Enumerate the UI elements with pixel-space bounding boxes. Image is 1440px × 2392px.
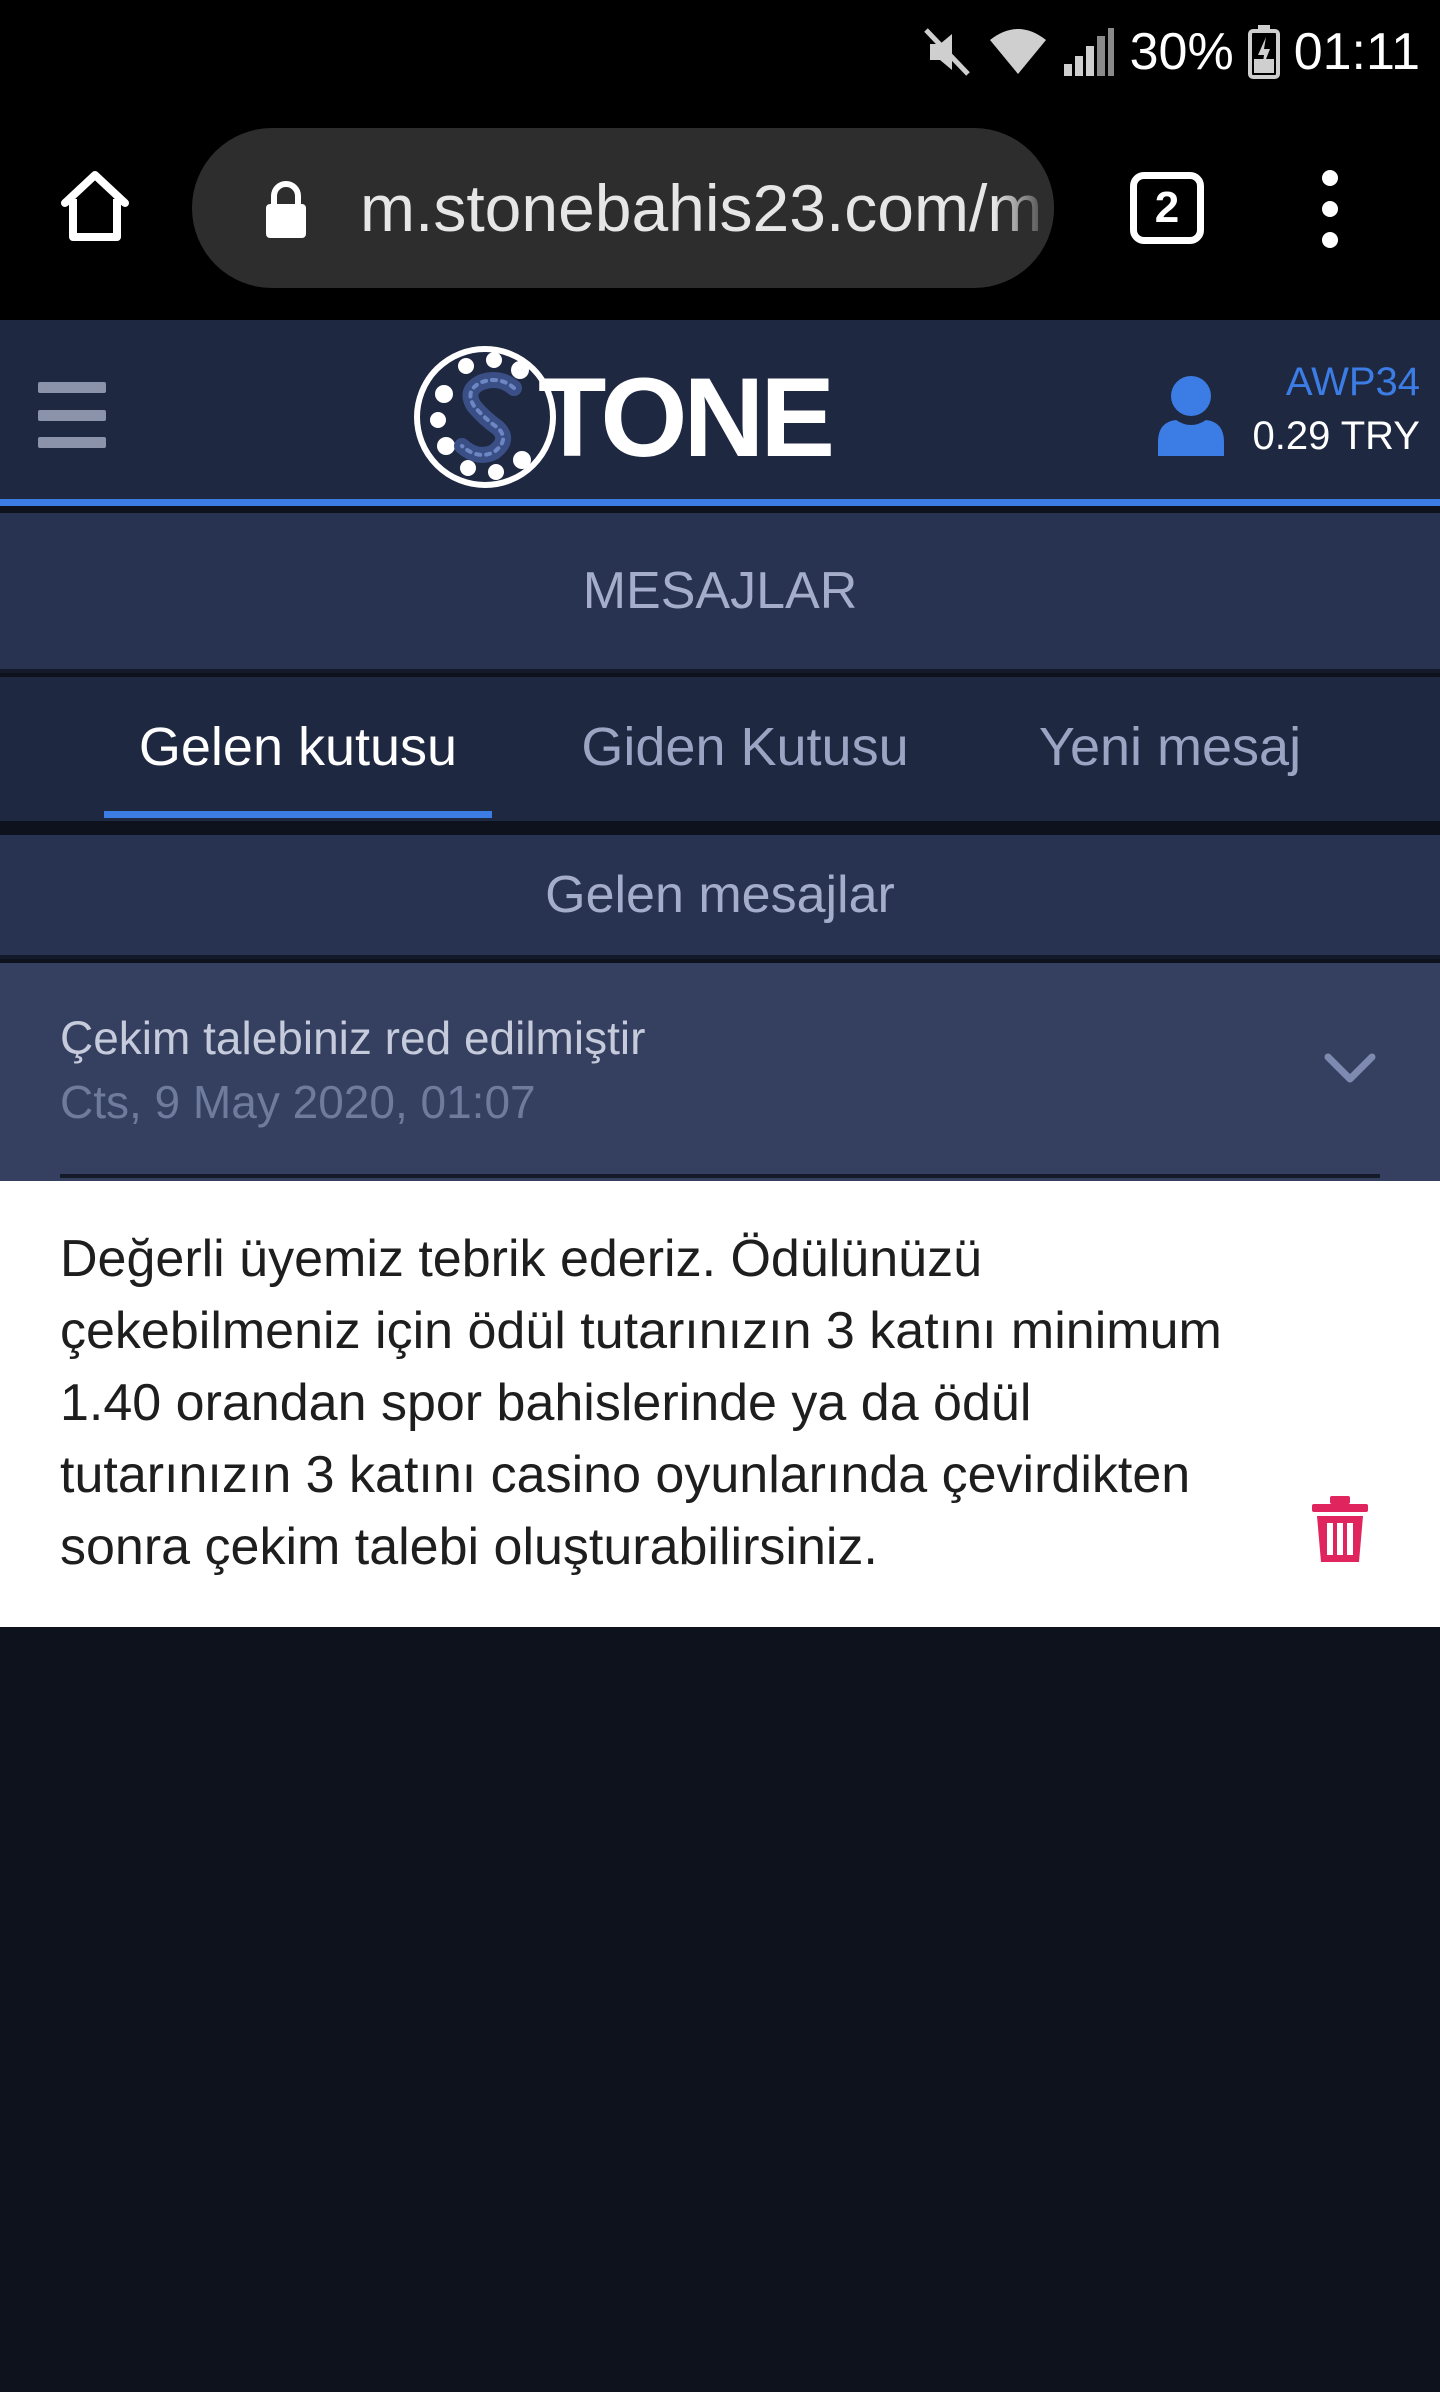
account-balance: 0.29 TRY <box>1252 414 1420 458</box>
section-header: Gelen mesajlar <box>0 835 1440 959</box>
tab-outbox[interactable]: Giden Kutusu <box>560 677 930 821</box>
site-header: TONE AWP34 0.29 TRY <box>0 320 1440 506</box>
signal-icon <box>1062 26 1116 78</box>
message-body: Değerli üyemiz tebrik ederiz. Ödülünüzü … <box>0 1181 1440 1627</box>
status-bar: 30% 01:11 <box>0 0 1440 100</box>
message-tabs: Gelen kutusu Giden Kutusu Yeni mesaj <box>0 677 1440 821</box>
tab-new-message[interactable]: Yeni mesaj <box>1010 677 1330 821</box>
clock: 01:11 <box>1293 23 1420 81</box>
page-title-bar: MESAJLAR <box>0 513 1440 673</box>
hamburger-menu-button[interactable] <box>38 382 106 448</box>
delete-message-button[interactable] <box>1310 1496 1370 1564</box>
wifi-icon <box>988 26 1048 78</box>
dot <box>1322 170 1338 186</box>
home-button[interactable] <box>50 160 140 250</box>
divider <box>60 1174 1380 1178</box>
user-avatar-icon[interactable] <box>1156 372 1226 456</box>
mute-icon <box>922 26 974 78</box>
message-header[interactable]: Çekim talebiniz red edilmiştir Cts, 9 Ma… <box>0 963 1440 1181</box>
message-text: Değerli üyemiz tebrik ederiz. Ödülünüzü … <box>60 1230 1222 1576</box>
lock-icon <box>266 181 306 238</box>
active-tab-indicator <box>104 811 492 818</box>
url-text: m.stonebahis23.com/m <box>360 171 1040 245</box>
tab-switcher-button[interactable]: 2 <box>1130 172 1204 244</box>
site-logo[interactable]: TONE <box>410 342 870 492</box>
section-title: Gelen mesajlar <box>545 866 895 924</box>
tab-inbox[interactable]: Gelen kutusu <box>104 677 492 821</box>
logo-text: TONE <box>538 354 835 480</box>
dot <box>1322 201 1338 217</box>
chevron-down-icon[interactable] <box>1320 1047 1380 1091</box>
page-title: MESAJLAR <box>582 562 858 620</box>
browser-toolbar: m.stonebahis23.com/m 2 <box>0 100 1440 320</box>
more-options-button[interactable] <box>1300 164 1360 254</box>
message-date: Cts, 9 May 2020, 01:07 <box>60 1076 536 1128</box>
dot <box>1322 232 1338 248</box>
message-subject: Çekim talebiniz red edilmiştir <box>60 1012 646 1064</box>
battery-percent: 30% <box>1129 23 1234 81</box>
username[interactable]: AWP34 <box>1286 360 1420 405</box>
address-bar[interactable]: m.stonebahis23.com/m <box>192 128 1054 288</box>
battery-icon <box>1247 25 1280 79</box>
home-icon <box>61 171 129 241</box>
